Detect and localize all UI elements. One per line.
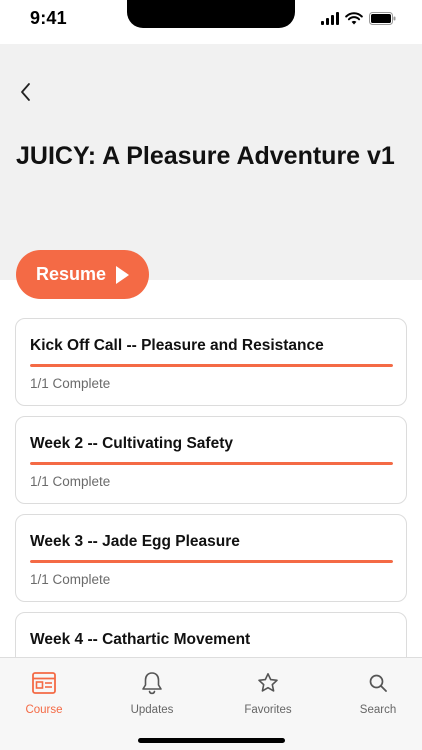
module-status: 1/1 Complete: [30, 572, 111, 587]
battery-icon: [369, 12, 396, 25]
resume-label: Resume: [35, 264, 107, 284]
tab-label: Search: [359, 704, 397, 716]
course-icon: [31, 670, 57, 696]
status-bar: 9:41: [0, 0, 422, 44]
progress-fill: [30, 364, 393, 367]
module-title: Week 3 -- Jade Egg Pleasure: [30, 533, 240, 550]
tab-bar: Course Updates Favorites Search: [0, 657, 422, 750]
play-icon: [116, 265, 130, 284]
module-status: 1/1 Complete: [30, 376, 111, 391]
back-button[interactable]: [12, 78, 40, 106]
course-header: JUICY: A Pleasure Adventure v1: [0, 44, 422, 280]
resume-button[interactable]: Resume: [16, 250, 149, 299]
module-title: Week 2 -- Cultivating Safety: [30, 435, 233, 452]
signal-icon: [321, 12, 339, 25]
tab-course[interactable]: Course: [0, 670, 89, 716]
tab-search[interactable]: Search: [333, 670, 422, 716]
status-time: 9:41: [30, 8, 67, 28]
status-icons: [321, 12, 396, 25]
progress-fill: [30, 462, 393, 465]
tab-label: Course: [25, 704, 63, 716]
module-title: Week 4 -- Cathartic Movement: [30, 631, 251, 648]
star-icon: [255, 670, 281, 696]
tab-label: Favorites: [244, 704, 292, 716]
progress-bar: [30, 560, 393, 563]
tab-favorites[interactable]: Favorites: [223, 670, 313, 716]
module-list: Kick Off Call -- Pleasure and Resistance…: [15, 318, 407, 710]
progress-bar: [30, 462, 393, 465]
module-card[interactable]: Week 3 -- Jade Egg Pleasure 1/1 Complete: [15, 514, 407, 602]
search-icon: [365, 670, 391, 696]
page-title: JUICY: A Pleasure Adventure v1: [16, 142, 395, 170]
notch: [127, 0, 295, 28]
tab-label: Updates: [130, 704, 174, 716]
progress-fill: [30, 560, 393, 563]
module-card[interactable]: Week 2 -- Cultivating Safety 1/1 Complet…: [15, 416, 407, 504]
bell-icon: [139, 670, 165, 696]
module-card[interactable]: Kick Off Call -- Pleasure and Resistance…: [15, 318, 407, 406]
progress-bar: [30, 364, 393, 367]
module-status: 1/1 Complete: [30, 474, 111, 489]
module-title: Kick Off Call -- Pleasure and Resistance: [30, 337, 324, 354]
wifi-icon: [345, 12, 363, 25]
chevron-left-icon: [21, 83, 30, 101]
tab-updates[interactable]: Updates: [107, 670, 197, 716]
home-indicator: [138, 738, 285, 743]
